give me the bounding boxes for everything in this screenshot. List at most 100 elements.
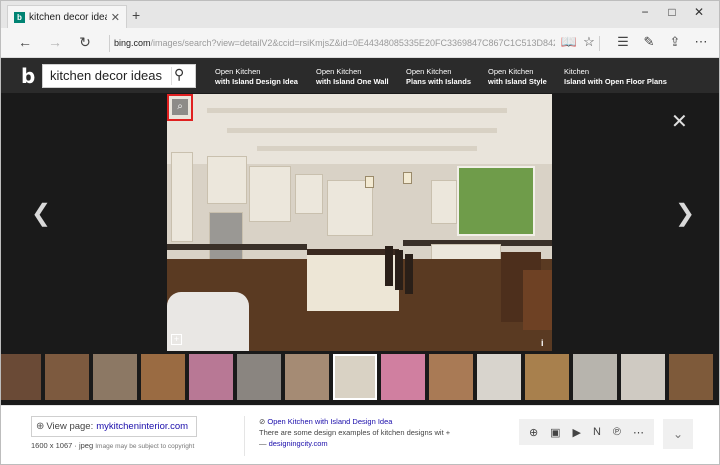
view-page-label: View page: <box>46 421 94 432</box>
image-cabinet <box>171 152 193 242</box>
refresh-button[interactable]: ↻ <box>75 34 95 51</box>
search-box[interactable]: kitchen decor ideas ⚲ <box>42 64 196 88</box>
image-search-icon[interactable]: ▣ <box>550 426 560 439</box>
image-dimensions: 1600 x 1067 <box>31 441 73 450</box>
thumbnail[interactable] <box>669 354 713 400</box>
view-page-button[interactable]: ⊕ View page: mykitcheninterior.com <box>31 416 198 437</box>
visual-search-icon: ⌕ <box>172 99 188 115</box>
bing-header: b kitchen decor ideas ⚲ Open Kitchen wit… <box>1 58 719 93</box>
expand-icon[interactable]: + <box>171 334 182 345</box>
tab-title: kitchen decor ideas site <box>29 11 107 23</box>
image-cabinet <box>431 180 457 224</box>
url-field[interactable]: bing.com/images/search?view=detailV2&cci… <box>109 35 555 52</box>
back-button[interactable]: ← <box>15 34 35 50</box>
image-beam <box>207 108 507 113</box>
play-icon[interactable]: ▶ <box>573 426 581 439</box>
image-cabinet <box>207 156 247 204</box>
thumbnail[interactable] <box>381 354 425 400</box>
related-search-2[interactable]: Open Kitchen with Island One Wall <box>316 67 389 87</box>
chevron-down-icon[interactable]: ⌄ <box>663 419 693 449</box>
kitchen-main-image[interactable] <box>167 94 552 351</box>
address-bar-row: ← → ↻ bing.com/images/search?view=detail… <box>1 28 719 58</box>
related-search-line2: Island with Open Floor Plans <box>564 77 667 86</box>
search-icon[interactable]: ⚲ <box>174 66 184 83</box>
view-page-link[interactable]: mykitcheninterior.com <box>96 421 188 432</box>
minimize-button[interactable]: − <box>631 5 659 19</box>
web-search-icon[interactable]: ⊕ <box>529 426 538 439</box>
next-image-button[interactable]: ❯ <box>675 199 695 228</box>
thumbnail[interactable] <box>573 354 617 400</box>
url-path: /images/search?view=detailV2&ccid=rsiKmj… <box>150 38 555 48</box>
related-search-line2: with Island Design Idea <box>215 77 298 86</box>
onenote-icon[interactable]: N <box>593 426 601 438</box>
thumbnail[interactable] <box>237 354 281 400</box>
image-counter <box>167 244 307 250</box>
related-search-line1: Kitchen <box>564 67 590 76</box>
related-search-line1: Open Kitchen <box>316 67 362 76</box>
image-pendant <box>365 176 374 188</box>
thumbnail[interactable] <box>621 354 665 400</box>
tab-bar: b kitchen decor ideas site ✕ + − □ ✕ <box>1 1 719 28</box>
thumbnail-selected[interactable] <box>333 354 377 400</box>
close-window-button[interactable]: ✕ <box>685 5 713 19</box>
image-viewer: ✕ ❮ ❯ <box>1 93 719 351</box>
pinterest-icon[interactable]: ℗ <box>613 426 621 438</box>
thumbnail[interactable] <box>1 354 41 400</box>
image-oven <box>209 212 243 264</box>
browser-tab[interactable]: b kitchen decor ideas site ✕ <box>7 5 127 28</box>
details-divider <box>244 416 245 456</box>
info-icon[interactable]: i <box>541 338 544 348</box>
copyright-note: Image may be subject to copyright <box>95 443 195 450</box>
bing-logo[interactable]: b <box>21 64 35 88</box>
thumbnail[interactable] <box>477 354 521 400</box>
related-search-line2: with Island Style <box>488 77 547 86</box>
related-search-5[interactable]: Kitchen Island with Open Floor Plans <box>564 67 667 87</box>
toolbar-divider <box>599 36 600 51</box>
globe-icon: ⊕ <box>36 421 45 432</box>
image-cabinet <box>327 180 373 236</box>
browser-window: b kitchen decor ideas site ✕ + − □ ✕ ← →… <box>0 0 720 465</box>
hub-icon[interactable]: ☰ <box>613 34 633 50</box>
source-description: There are some design examples of kitche… <box>259 428 444 437</box>
search-divider <box>171 67 172 85</box>
visual-search-button[interactable]: ⌕ <box>167 94 193 121</box>
source-info: ⊘ Open Kitchen with Island Design Idea T… <box>259 417 451 448</box>
thumbnail[interactable] <box>429 354 473 400</box>
image-beam <box>227 128 497 133</box>
tab-close-icon[interactable]: ✕ <box>111 11 120 24</box>
reading-view-icon[interactable]: 📖 <box>559 34 579 50</box>
close-viewer-icon[interactable]: ✕ <box>671 109 688 134</box>
url-host: bing.com <box>114 38 151 48</box>
more-actions-icon[interactable]: ⋯ <box>633 426 644 439</box>
web-notes-icon[interactable]: ✎ <box>639 34 659 50</box>
previous-image-button[interactable]: ❮ <box>31 199 51 228</box>
related-search-3[interactable]: Open Kitchen Plans with Islands <box>406 67 471 87</box>
related-search-line1: Open Kitchen <box>488 67 534 76</box>
image-beam <box>257 146 477 151</box>
bing-favicon-icon: b <box>14 11 25 23</box>
maximize-button[interactable]: □ <box>658 5 686 19</box>
search-input[interactable]: kitchen decor ideas <box>50 68 162 83</box>
more-menu-icon[interactable]: ⋯ <box>691 34 711 50</box>
image-stool <box>395 250 403 290</box>
thumbnail[interactable] <box>285 354 329 400</box>
favorite-star-icon[interactable]: ☆ <box>579 34 599 50</box>
image-pendant <box>403 172 412 184</box>
thumbnail[interactable] <box>141 354 185 400</box>
thumbnail[interactable] <box>45 354 89 400</box>
image-format: jpeg <box>78 441 94 450</box>
source-title-link[interactable]: Open Kitchen with Island Design Idea <box>267 417 392 426</box>
forward-button[interactable]: → <box>45 34 65 50</box>
thumbnail[interactable] <box>189 354 233 400</box>
image-table <box>523 270 552 330</box>
source-domain-link[interactable]: designingcity.com <box>269 439 328 448</box>
description-expand[interactable]: + <box>446 428 450 437</box>
image-cabinet <box>295 174 323 214</box>
new-tab-button[interactable]: + <box>132 7 140 23</box>
share-icon[interactable]: ⇪ <box>665 34 685 50</box>
related-search-4[interactable]: Open Kitchen with Island Style <box>488 67 547 87</box>
related-search-line2: with Island One Wall <box>316 77 389 86</box>
related-search-1[interactable]: Open Kitchen with Island Design Idea <box>215 67 298 87</box>
thumbnail[interactable] <box>93 354 137 400</box>
thumbnail[interactable] <box>525 354 569 400</box>
